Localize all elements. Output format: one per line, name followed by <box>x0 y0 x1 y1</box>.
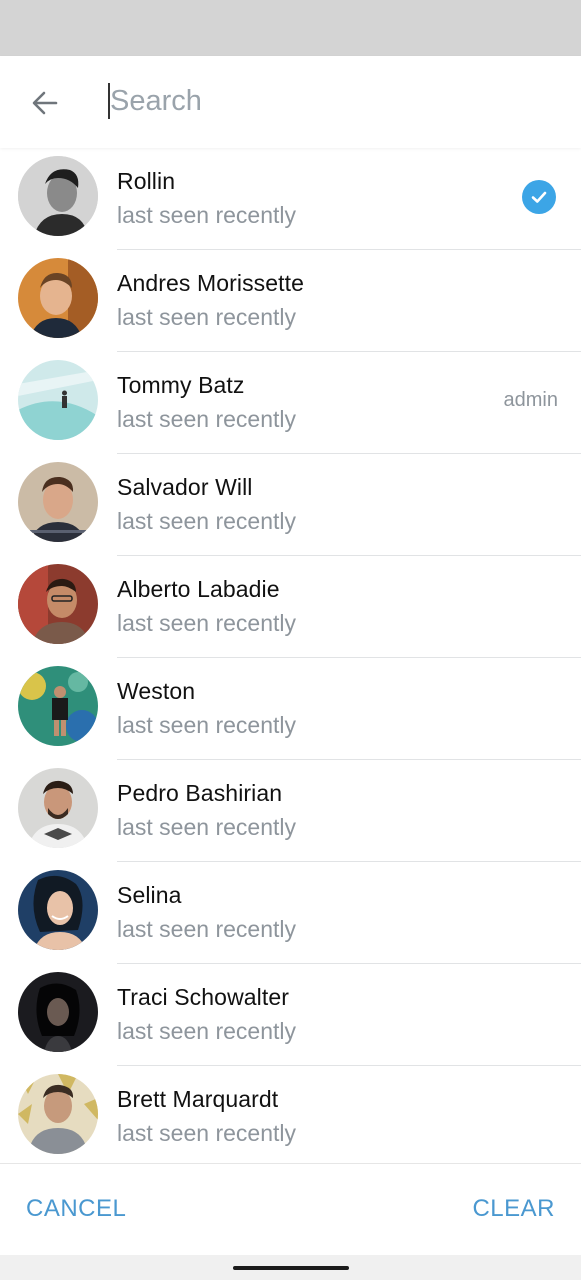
contact-name: Selina <box>117 882 182 908</box>
contact-status: last seen recently <box>117 406 296 432</box>
contact-status: last seen recently <box>117 916 296 942</box>
search-field[interactable] <box>108 80 548 122</box>
home-indicator[interactable] <box>233 1266 349 1270</box>
contact-name: Salvador Will <box>117 474 253 500</box>
contact-name: Pedro Bashirian <box>117 780 283 806</box>
contact-row[interactable]: Salvador Will last seen recently <box>0 454 581 556</box>
avatar <box>18 666 98 746</box>
avatar <box>18 768 98 848</box>
contact-row[interactable]: Selina last seen recently <box>0 862 581 964</box>
cancel-button[interactable]: CANCEL <box>26 1195 126 1223</box>
contact-status: last seen recently <box>117 1120 296 1146</box>
contact-row[interactable]: Traci Schowalter last seen recently <box>0 964 581 1066</box>
contact-list[interactable]: Rollin last seen recently Andres Morisse… <box>0 148 581 1168</box>
avatar <box>18 258 98 338</box>
contact-row[interactable]: Alberto Labadie last seen recently <box>0 556 581 658</box>
contact-status: last seen recently <box>117 814 296 840</box>
search-header <box>0 56 581 148</box>
contact-status: last seen recently <box>117 712 296 738</box>
contact-name: Traci Schowalter <box>117 984 290 1010</box>
contact-name: Weston <box>117 678 196 704</box>
contact-name: Rollin <box>117 168 176 194</box>
avatar <box>18 564 98 644</box>
avatar <box>18 1074 98 1154</box>
search-input[interactable] <box>110 80 530 122</box>
status-bar <box>0 0 581 56</box>
avatar <box>18 156 98 236</box>
contact-row[interactable]: Weston last seen recently <box>0 658 581 760</box>
contact-status: last seen recently <box>117 304 296 330</box>
contact-status: last seen recently <box>117 508 296 534</box>
checkmark-circle-icon[interactable] <box>522 180 556 214</box>
avatar <box>18 870 98 950</box>
bottom-action-bar: CANCEL CLEAR <box>0 1163 581 1256</box>
avatar <box>18 462 98 542</box>
contact-row[interactable]: Brett Marquardt last seen recently <box>0 1066 581 1168</box>
contact-status: last seen recently <box>117 610 296 636</box>
contact-name: Andres Morissette <box>117 270 305 296</box>
contact-row[interactable]: Pedro Bashirian last seen recently <box>0 760 581 862</box>
arrow-left-icon <box>32 91 58 115</box>
clear-button[interactable]: CLEAR <box>472 1195 555 1223</box>
back-button[interactable] <box>22 80 68 126</box>
contact-name: Brett Marquardt <box>117 1086 279 1112</box>
contact-row[interactable]: Andres Morissette last seen recently <box>0 250 581 352</box>
avatar <box>18 360 98 440</box>
contact-name: Tommy Batz <box>117 372 245 398</box>
contact-status: last seen recently <box>117 202 296 228</box>
contact-row[interactable]: Tommy Batz last seen recently <box>0 352 581 454</box>
avatar <box>18 972 98 1052</box>
contact-row[interactable]: Rollin last seen recently <box>0 148 581 250</box>
contact-status: last seen recently <box>117 1018 296 1044</box>
contact-name: Alberto Labadie <box>117 576 280 602</box>
admin-badge: admin <box>503 389 558 411</box>
navigation-bar <box>0 1255 581 1280</box>
